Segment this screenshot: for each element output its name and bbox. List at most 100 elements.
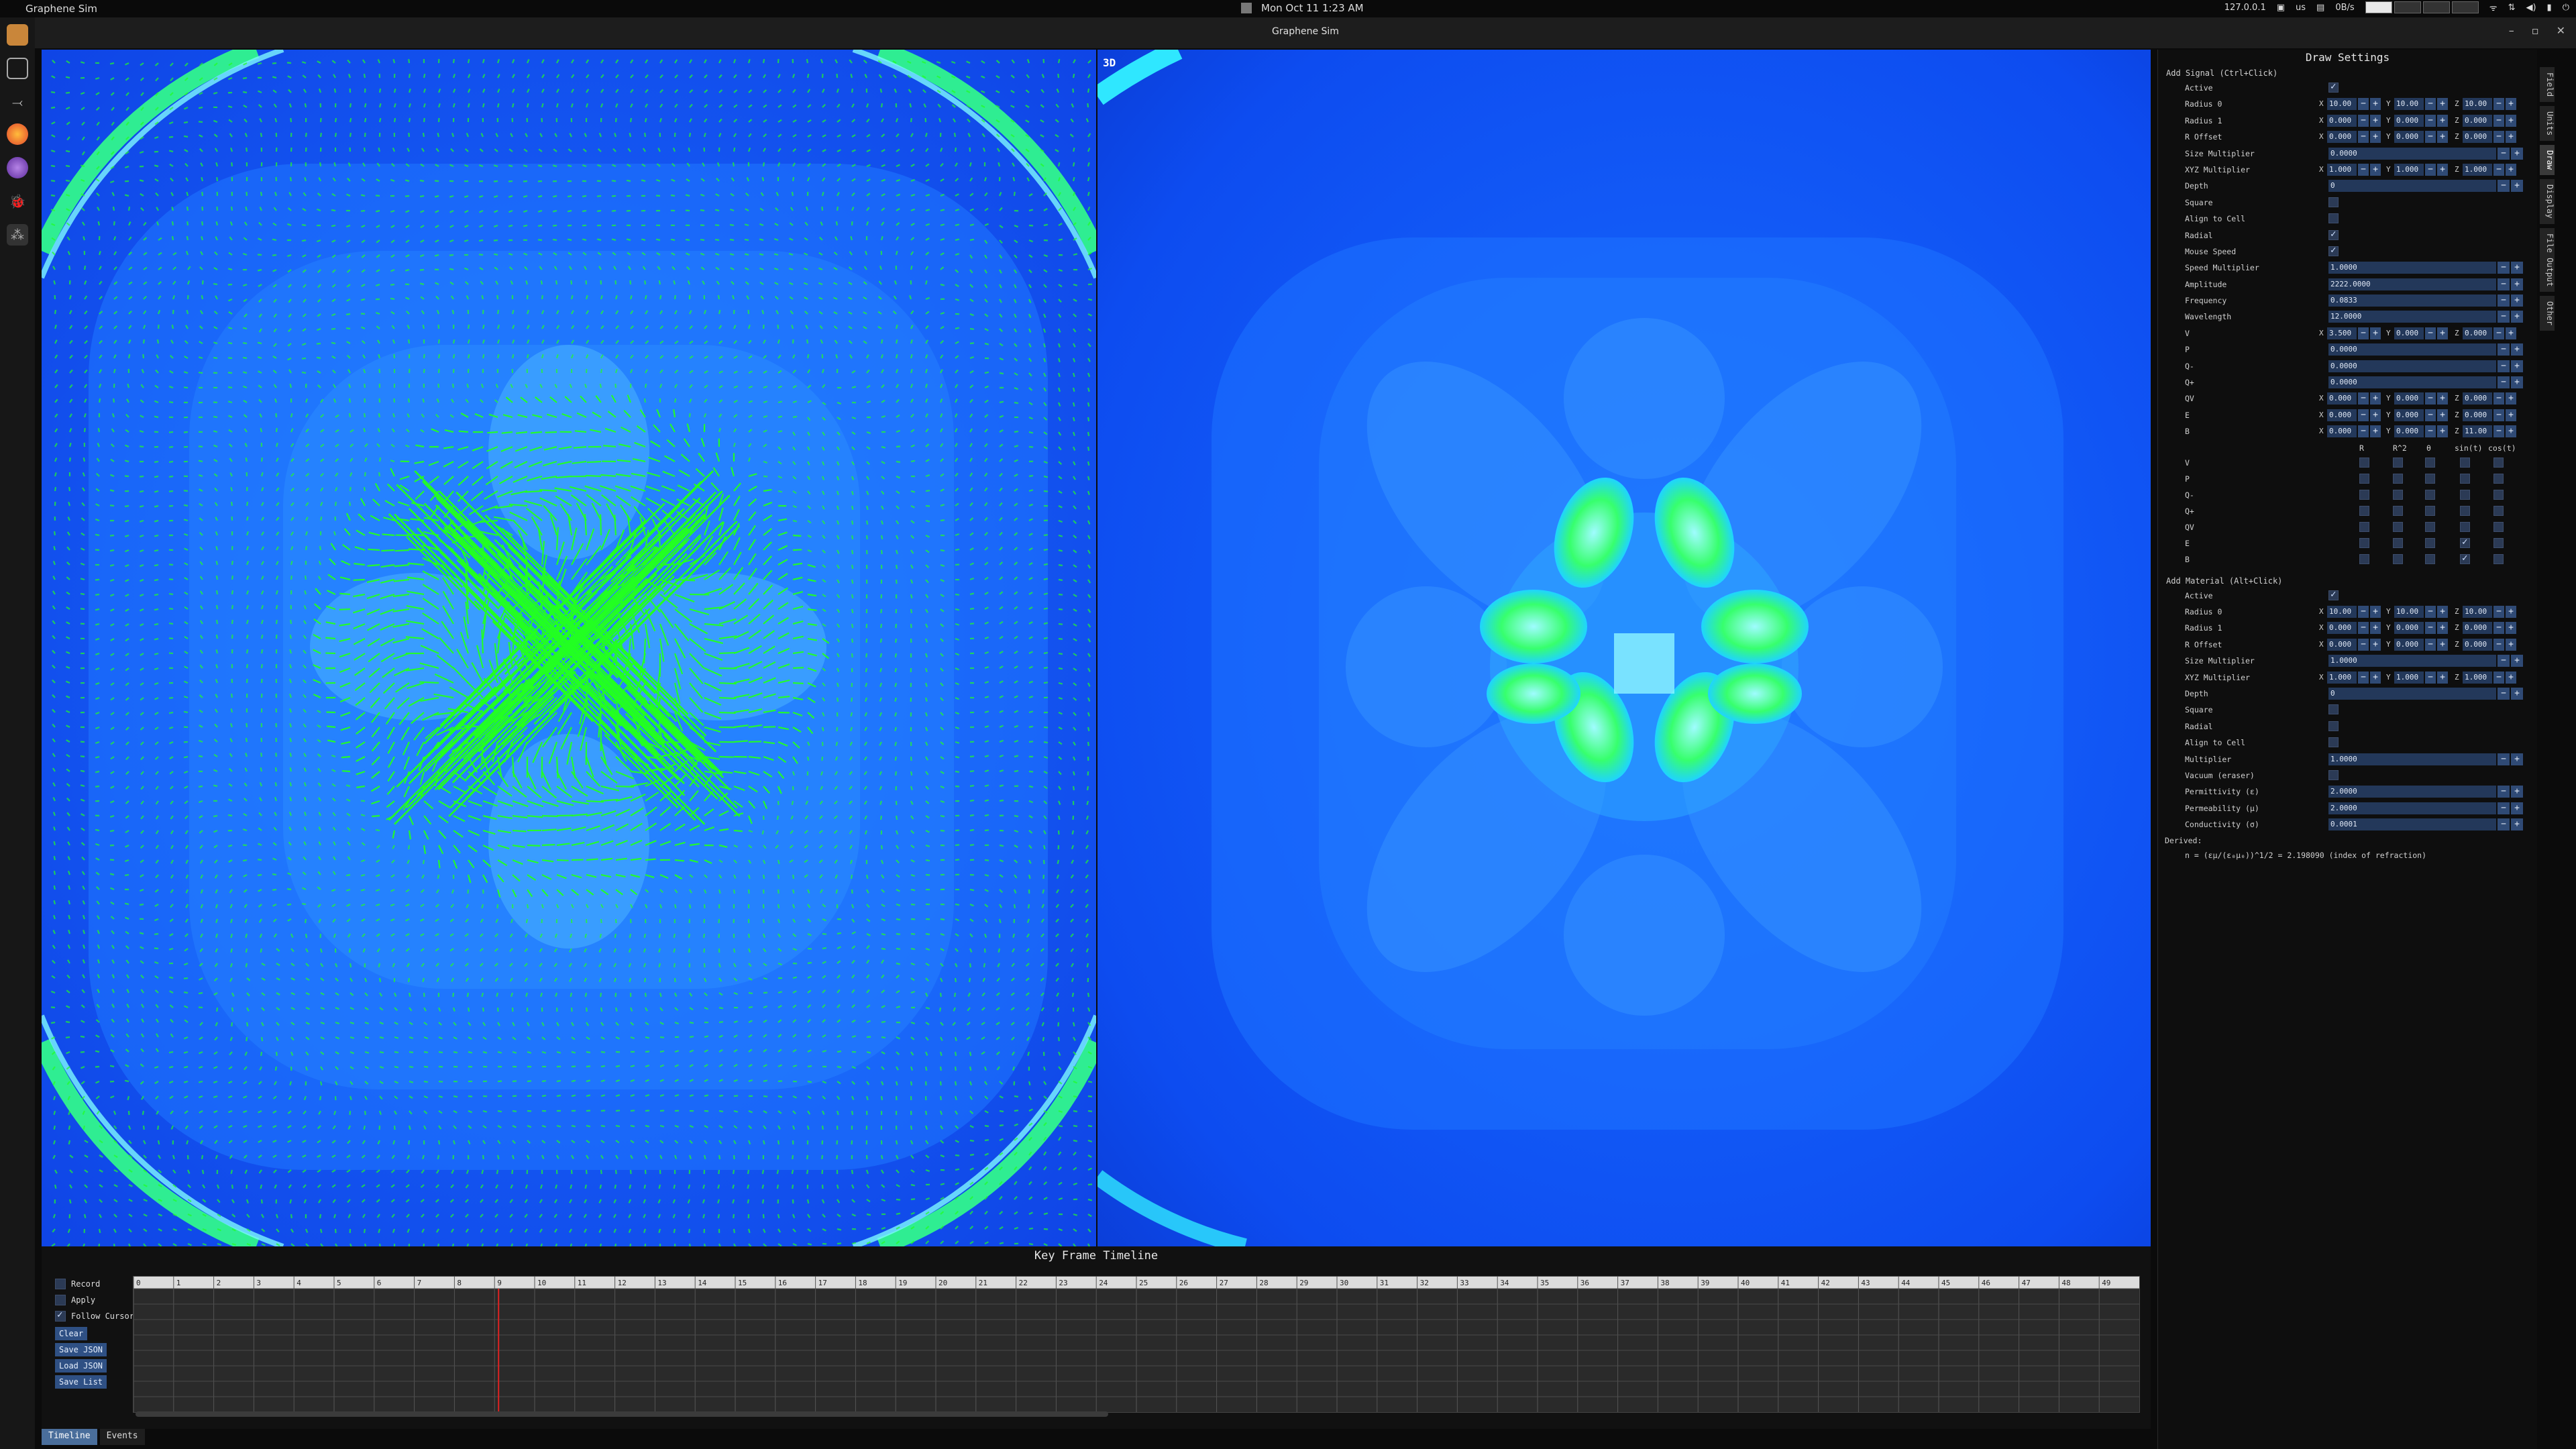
battery-icon[interactable]: ▮ <box>2547 3 2552 13</box>
field-vector <box>68 914 71 920</box>
field-vector <box>570 294 574 300</box>
field-vector <box>364 117 367 123</box>
field-vector <box>289 383 292 388</box>
field-vector <box>186 309 189 315</box>
field-vector <box>645 858 656 861</box>
field-vector <box>685 194 690 197</box>
field-vector <box>50 91 56 94</box>
field-vector <box>896 962 901 965</box>
field-vector <box>364 398 366 403</box>
firefox-icon[interactable] <box>7 123 28 145</box>
field-vector <box>345 327 351 330</box>
minimize-icon[interactable]: – <box>2509 24 2514 37</box>
field-vector <box>792 549 802 551</box>
field-vector <box>674 904 677 909</box>
field-vector <box>183 121 189 123</box>
field-vector <box>881 1036 886 1038</box>
field-vector <box>168 475 174 478</box>
field-vector <box>246 516 249 521</box>
clipboard-icon[interactable]: ▣ <box>2277 3 2285 13</box>
files-icon[interactable] <box>7 24 28 46</box>
terminal-icon[interactable] <box>7 58 28 79</box>
workspace-1[interactable] <box>2365 1 2392 13</box>
field-vector <box>910 756 912 761</box>
field-vector <box>405 179 410 182</box>
field-vector <box>390 283 395 286</box>
field-vector <box>201 176 204 182</box>
field-vector <box>1087 103 1089 108</box>
workspace-4[interactable] <box>2451 1 2479 13</box>
field-vector <box>378 368 381 374</box>
field-vector <box>168 623 174 625</box>
field-vector <box>792 889 795 894</box>
field-vector <box>364 1036 370 1039</box>
maximize-icon[interactable]: ▫ <box>2532 24 2539 37</box>
field-vector <box>378 103 382 108</box>
field-vector <box>733 889 736 894</box>
field-vector <box>880 549 883 555</box>
field-vector <box>910 265 913 270</box>
power-icon[interactable]: ⏻ <box>2563 3 2569 13</box>
field-vector <box>674 859 685 862</box>
field-vector <box>364 472 366 477</box>
field-vector <box>851 520 854 525</box>
bug-icon[interactable]: 🐞 <box>7 191 28 212</box>
field-vector <box>909 103 912 108</box>
field-vector <box>508 180 513 182</box>
field-vector <box>925 859 930 862</box>
keyboard-layout[interactable]: us <box>2296 3 2306 13</box>
graphene-sim-icon[interactable]: ⁂ <box>7 224 28 246</box>
field-vector <box>154 652 159 655</box>
field-vector <box>246 649 249 654</box>
field-vector <box>275 427 278 433</box>
field-vector <box>984 371 989 374</box>
field-vector <box>257 859 262 861</box>
field-vector <box>526 904 529 909</box>
field-vector <box>673 948 676 953</box>
field-vector <box>112 206 115 211</box>
field-vector <box>246 486 248 492</box>
field-vector <box>124 475 129 478</box>
emacs-icon[interactable] <box>7 157 28 178</box>
field-vector <box>408 117 411 123</box>
field-vector <box>969 963 971 968</box>
network-icon[interactable]: ⇅ <box>2508 3 2516 13</box>
field-view-2d[interactable] <box>42 50 1096 1246</box>
tools-icon[interactable]: ⤙ <box>7 91 28 113</box>
wifi-icon[interactable]: ᯤ <box>2489 1 2498 13</box>
field-vector <box>1043 607 1049 610</box>
field-vector <box>969 147 971 152</box>
field-vector <box>777 859 780 865</box>
clock[interactable]: Mon Oct 11 1:23 AM <box>1261 2 1364 14</box>
field-vector <box>895 339 898 344</box>
field-vector <box>168 1051 174 1054</box>
workspace-switcher[interactable] <box>2365 1 2479 13</box>
workspace-2[interactable] <box>2394 1 2421 13</box>
field-vector <box>567 238 572 241</box>
volume-icon[interactable]: ◀) <box>2526 3 2536 13</box>
field-vector <box>168 150 174 153</box>
field-vector <box>777 800 780 806</box>
field-canvas-2d[interactable] <box>42 50 1096 1246</box>
workspace-3[interactable] <box>2422 1 2450 13</box>
field-vector <box>423 368 425 374</box>
field-vector <box>50 1021 56 1024</box>
field-vector <box>969 799 975 802</box>
field-vector <box>437 859 441 869</box>
field-vector <box>290 117 292 123</box>
field-vector <box>732 162 735 167</box>
close-icon[interactable]: ✕ <box>2557 24 2565 37</box>
field-vector <box>50 1006 56 1009</box>
field-vector <box>481 992 484 998</box>
field-vector <box>984 342 989 345</box>
field-vector <box>1028 770 1034 773</box>
field-vector <box>171 221 174 226</box>
field-vector <box>896 445 901 448</box>
field-vector <box>777 324 780 329</box>
field-vector <box>394 1036 399 1039</box>
active-app-name[interactable]: Graphene Sim <box>25 3 97 15</box>
field-vector <box>275 176 278 182</box>
field-vector <box>1072 176 1075 182</box>
app-indicator-icon[interactable] <box>1241 3 1252 13</box>
field-vector <box>95 623 100 626</box>
